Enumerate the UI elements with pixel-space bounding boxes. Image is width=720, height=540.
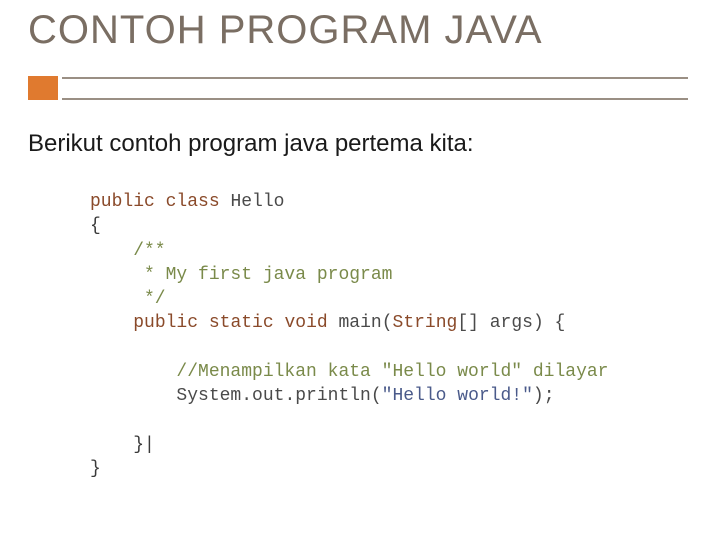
divider-line-top <box>62 77 688 79</box>
code-brace: { <box>90 216 101 236</box>
slide-title: CONTOH PROGRAM JAVA <box>28 8 543 53</box>
slide-subtitle: Berikut contoh program java pertema kita… <box>28 130 474 158</box>
code-type: String <box>393 313 458 333</box>
code-punct: ( <box>382 313 393 333</box>
code-keyword: public <box>90 192 155 212</box>
code-brace: } <box>90 459 101 479</box>
code-punct: [] args) { <box>457 313 565 333</box>
code-identifier: main <box>339 313 382 333</box>
code-keyword: void <box>284 313 327 333</box>
slide: CONTOH PROGRAM JAVA Berikut contoh progr… <box>0 0 720 540</box>
code-stmt: System. <box>90 386 252 406</box>
code-classname: Hello <box>230 192 284 212</box>
code-brace: }| <box>90 435 155 455</box>
code-keyword: class <box>166 192 220 212</box>
code-field: out <box>252 386 284 406</box>
code-keyword: static <box>209 313 274 333</box>
code-keyword: public <box>133 313 198 333</box>
code-punct: ); <box>533 386 555 406</box>
code-comment: //Menampilkan kata "Hello world" dilayar <box>90 362 608 382</box>
divider-line-bottom <box>62 98 688 100</box>
code-block: public class Hello { /** * My first java… <box>90 190 608 482</box>
code-comment: * My first java program <box>90 265 392 285</box>
title-divider <box>28 76 688 104</box>
code-comment: */ <box>90 289 166 309</box>
code-stmt: .println( <box>284 386 381 406</box>
code-string: "Hello world!" <box>382 386 533 406</box>
accent-box <box>28 76 58 100</box>
code-comment: /** <box>90 241 166 261</box>
